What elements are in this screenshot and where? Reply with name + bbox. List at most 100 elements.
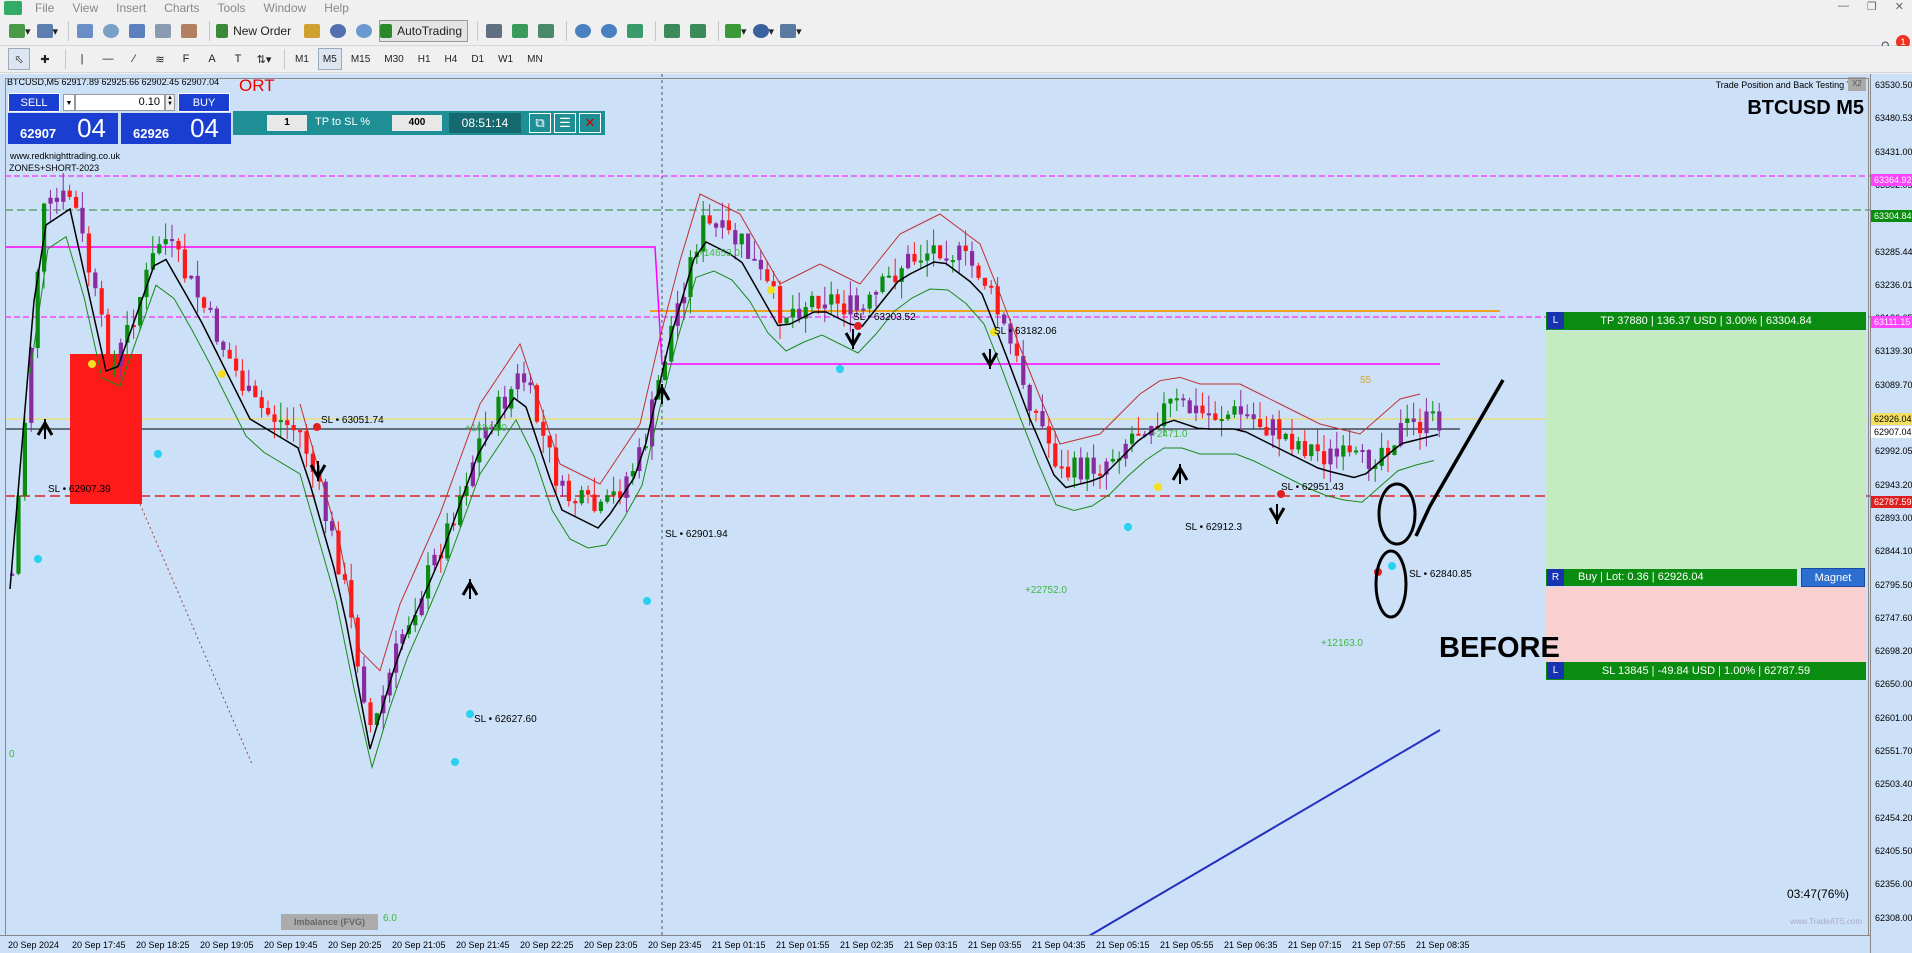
imbalance-button[interactable]: Imbalance (FVG): [281, 914, 378, 930]
metaeditor-button[interactable]: [301, 20, 323, 42]
text-tool[interactable]: A: [201, 48, 223, 70]
crosshair-tool[interactable]: ✚: [34, 48, 56, 70]
zoom-in-button[interactable]: [572, 20, 594, 42]
chart-shift-button[interactable]: [661, 20, 683, 42]
vps-button[interactable]: [353, 20, 375, 42]
line-chart-button[interactable]: [535, 20, 557, 42]
menu-window[interactable]: Window: [255, 1, 316, 15]
tf-h1[interactable]: H1: [413, 48, 436, 70]
risk-field[interactable]: 1: [267, 115, 307, 131]
tf-w1[interactable]: W1: [493, 48, 518, 70]
entry-bar[interactable]: Buy | Lot: 0.36 | 62926.04: [1546, 569, 1797, 586]
candle-body: [1296, 441, 1301, 450]
candle-body: [1398, 422, 1403, 446]
candle-body: [1066, 466, 1071, 478]
trendline-tool[interactable]: ∕: [123, 48, 145, 70]
lot-size-input[interactable]: 0.10: [75, 94, 165, 111]
price-tag-green-tp: 63304.84: [1871, 210, 1912, 222]
channel-tool[interactable]: ≋: [149, 48, 171, 70]
entry-side-marker[interactable]: R: [1547, 569, 1564, 586]
candlestick-button[interactable]: [509, 20, 531, 42]
tile-windows-button[interactable]: [624, 20, 646, 42]
menu-icon[interactable]: ☰: [554, 113, 576, 133]
menu-insert[interactable]: Insert: [107, 1, 155, 15]
candle-body: [758, 259, 763, 270]
vertical-line-tool[interactable]: |: [71, 48, 93, 70]
lot-spinner[interactable]: ▲ ▼: [165, 94, 175, 111]
stop-loss-zone[interactable]: [1546, 587, 1866, 662]
profit-label: +22752.0: [1025, 585, 1067, 596]
menu-file[interactable]: File: [26, 1, 63, 15]
menu-view[interactable]: View: [63, 1, 107, 15]
market-watch-button[interactable]: [74, 20, 96, 42]
bid-price-box[interactable]: 62907 04: [8, 113, 118, 144]
candle-body: [1206, 413, 1211, 416]
signals-button[interactable]: [327, 20, 349, 42]
candle-body: [918, 260, 923, 263]
candle-body: [1098, 473, 1103, 476]
candle-body: [1040, 411, 1045, 427]
indicators-button[interactable]: ▾: [724, 20, 748, 42]
menu-help[interactable]: Help: [315, 1, 358, 15]
horizontal-line-tool[interactable]: —: [97, 48, 119, 70]
autotrading-button[interactable]: AutoTrading: [379, 20, 469, 42]
text-label-tool[interactable]: T: [227, 48, 249, 70]
take-profit-zone[interactable]: [1546, 331, 1866, 569]
tf-m1[interactable]: M1: [290, 48, 314, 70]
tp-sl-field[interactable]: 400: [392, 115, 442, 131]
data-window-button[interactable]: [126, 20, 148, 42]
arrows-tool[interactable]: ⇅▾: [253, 48, 275, 70]
candle-body: [182, 249, 187, 279]
time-tick-label: 20 Sep 19:45: [264, 940, 318, 950]
copy-icon[interactable]: ⧉: [529, 113, 551, 133]
stop-loss-bar[interactable]: SL 13845 | -49.84 USD | 1.00% | 62787.59: [1546, 662, 1866, 680]
terminal-button[interactable]: [152, 20, 174, 42]
candle-body: [1136, 433, 1141, 436]
new-chart-button[interactable]: ▾: [8, 20, 32, 42]
restore-icon[interactable]: ❐: [1867, 0, 1877, 13]
candle-body: [1270, 419, 1275, 436]
tf-mn[interactable]: MN: [522, 48, 548, 70]
time-axis[interactable]: 20 Sep 2024 20 Sep 17:45 20 Sep 18:25 20 Se…: [0, 935, 1870, 953]
close-icon[interactable]: ✕: [579, 113, 601, 133]
tf-m30[interactable]: M30: [379, 48, 408, 70]
menu-tools[interactable]: Tools: [209, 1, 255, 15]
templates-button[interactable]: ▾: [779, 20, 803, 42]
menu-charts[interactable]: Charts: [155, 1, 208, 15]
candle-body: [1168, 398, 1173, 404]
profiles-button[interactable]: ▾: [36, 20, 60, 42]
sell-button[interactable]: SELL: [8, 93, 60, 112]
take-profit-bar[interactable]: TP 37880 | 136.37 USD | 3.00% | 63304.84: [1546, 312, 1866, 330]
cursor-tool[interactable]: ⬁: [8, 48, 30, 70]
chart-window[interactable]: BTCUSD,M5 62917.89 62925.66 62902.45 629…: [0, 74, 1912, 953]
close-icon[interactable]: ✕: [1895, 0, 1904, 13]
sl-label: SL • 62901.94: [665, 529, 728, 540]
trade-tool-close-button[interactable]: X2: [1848, 77, 1866, 91]
candle-body: [976, 265, 981, 278]
minimize-icon[interactable]: —: [1838, 0, 1849, 13]
tf-m15[interactable]: M15: [346, 48, 375, 70]
magnet-button[interactable]: Magnet: [1801, 568, 1865, 587]
periods-button[interactable]: ▾: [752, 20, 776, 42]
tf-d1[interactable]: D1: [466, 48, 489, 70]
lot-dropdown[interactable]: ▼: [63, 94, 75, 111]
navigator-button[interactable]: [100, 20, 122, 42]
fibonacci-tool[interactable]: F: [175, 48, 197, 70]
bar-chart-button[interactable]: [483, 20, 505, 42]
tf-m5[interactable]: M5: [317, 48, 342, 70]
price-tick-label: 62747.60: [1875, 612, 1912, 623]
buy-button[interactable]: BUY: [178, 93, 230, 112]
candle-body: [1347, 445, 1352, 453]
tp-side-marker[interactable]: L: [1547, 312, 1564, 329]
new-order-button[interactable]: New Order: [215, 20, 297, 42]
zoom-out-button[interactable]: [598, 20, 620, 42]
candle-body: [1437, 411, 1442, 431]
ask-price-box[interactable]: 62926 04: [121, 113, 231, 144]
signals-icon: [330, 24, 347, 38]
candle-body: [240, 370, 245, 391]
tf-h4[interactable]: H4: [440, 48, 463, 70]
price-tag-red-sl: 62787.59: [1871, 496, 1912, 508]
price-axis[interactable]: 63530.5063480.5363431.0063382.0563334.74…: [1870, 74, 1912, 953]
autoscroll-button[interactable]: [687, 20, 709, 42]
tester-button[interactable]: [178, 20, 200, 42]
